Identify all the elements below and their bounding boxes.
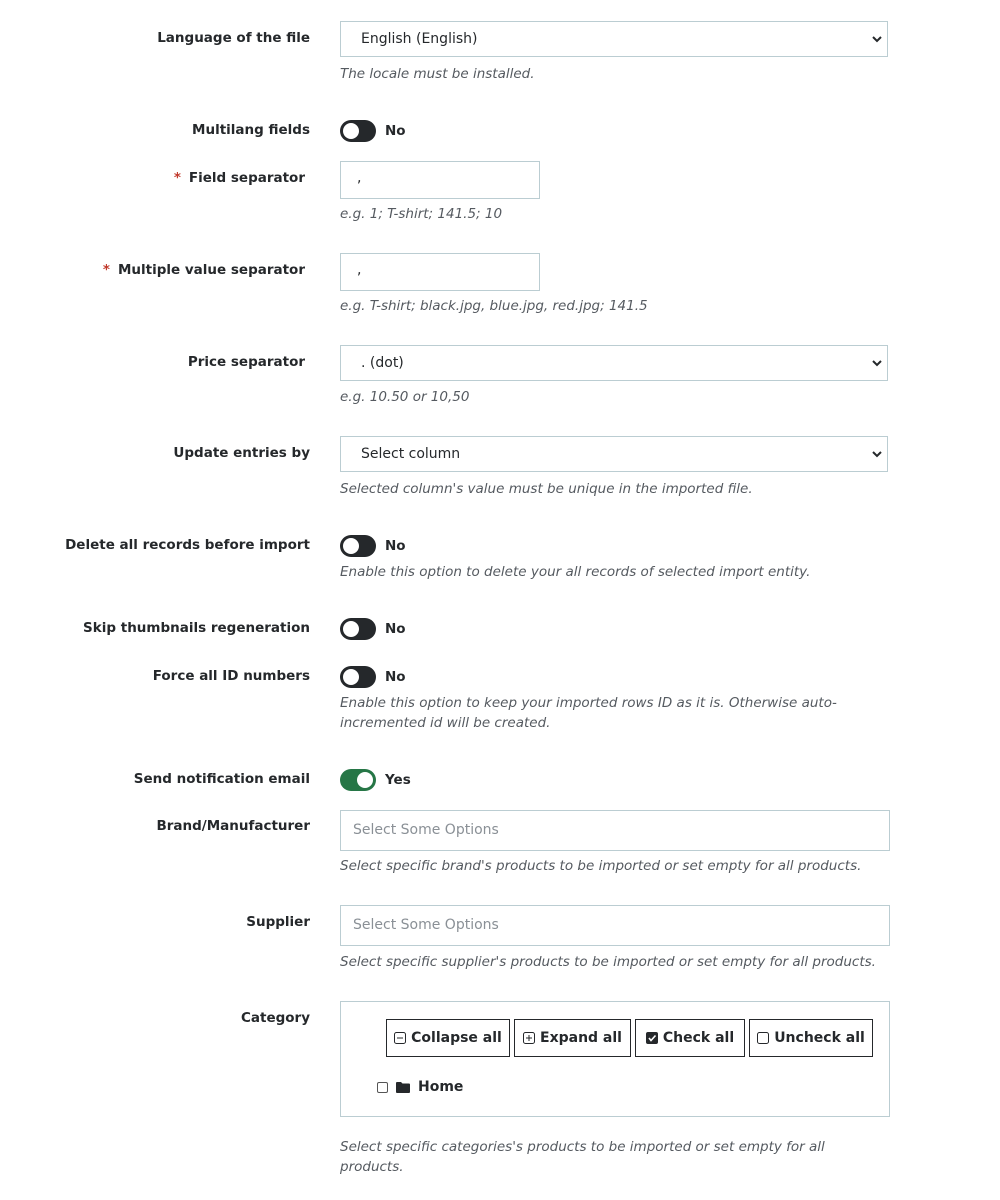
language-help: The locale must be installed. [340, 66, 535, 82]
chevron-down-icon [872, 451, 882, 458]
check-all-label: Check all [662, 1030, 735, 1046]
brand-help: Select specific brand's products to be i… [340, 858, 862, 874]
toggle-state: No [385, 538, 406, 554]
toggle-state: No [385, 123, 406, 139]
force-ids-label: Force all ID numbers [152, 668, 310, 684]
uncheck-all-button[interactable]: Uncheck all [749, 1019, 873, 1057]
toggle-knob [343, 669, 359, 685]
home-checkbox[interactable] [377, 1081, 388, 1093]
uncheck-all-label: Uncheck all [774, 1030, 865, 1046]
brand-placeholder: Select Some Options [353, 822, 499, 838]
required-mark: * [173, 170, 181, 186]
required-mark: * [102, 262, 110, 278]
toggle-track[interactable] [340, 769, 376, 791]
folder-icon [396, 1081, 410, 1093]
chevron-down-icon [872, 360, 882, 367]
update-entries-help: Selected column's value must be unique i… [340, 481, 753, 497]
multiple-value-separator-help: e.g. T-shirt; black.jpg, blue.jpg, red.j… [340, 298, 648, 314]
toggle-track[interactable] [340, 535, 376, 557]
language-select-value: English (English) [361, 31, 478, 47]
plus-square-icon [523, 1032, 535, 1044]
supplier-placeholder: Select Some Options [353, 917, 499, 933]
delete-records-help: Enable this option to delete your all re… [340, 564, 811, 580]
update-entries-select[interactable]: Select column [340, 436, 888, 472]
multilang-label: Multilang fields [192, 122, 310, 138]
skip-thumbnails-toggle[interactable]: No [340, 618, 406, 640]
category-tree-panel: Collapse all Expand all Check all Unchec… [340, 1001, 890, 1117]
multilang-toggle[interactable]: No [340, 120, 406, 142]
minus-square-icon [394, 1032, 407, 1044]
collapse-all-button[interactable]: Collapse all [386, 1019, 510, 1057]
update-entries-label: Update entries by [173, 445, 310, 461]
toggle-state: Yes [385, 772, 411, 788]
collapse-all-label: Collapse all [411, 1030, 502, 1046]
square-icon [757, 1032, 770, 1044]
toggle-track[interactable] [340, 618, 376, 640]
force-ids-toggle[interactable]: No [340, 666, 406, 688]
supplier-label: Supplier [246, 914, 310, 930]
check-square-icon [645, 1032, 658, 1044]
multiple-value-separator-input[interactable]: , [340, 253, 540, 291]
category-tree-item-home: Home [377, 1079, 463, 1095]
expand-all-label: Expand all [540, 1030, 622, 1046]
field-separator-help: e.g. 1; T-shirt; 141.5; 10 [340, 206, 503, 222]
toggle-knob [357, 772, 373, 788]
check-all-button[interactable]: Check all [635, 1019, 745, 1057]
delete-records-toggle[interactable]: No [340, 535, 406, 557]
update-entries-value: Select column [361, 446, 461, 462]
multiple-value-separator-label-text: Multiple value separator [117, 262, 305, 278]
send-email-label: Send notification email [133, 771, 310, 787]
chevron-down-icon [872, 36, 882, 43]
expand-all-button[interactable]: Expand all [514, 1019, 631, 1057]
toggle-state: No [385, 621, 406, 637]
price-separator-value: . (dot) [361, 355, 404, 371]
force-ids-help: Enable this option to keep your imported… [340, 695, 837, 731]
toggle-state: No [385, 669, 406, 685]
field-separator-value: , [357, 170, 362, 186]
language-select[interactable]: English (English) [340, 21, 888, 57]
field-separator-label-text: Field separator [188, 170, 305, 186]
brand-label: Brand/Manufacturer [156, 818, 310, 834]
brand-multiselect[interactable]: Select Some Options [340, 810, 890, 851]
toggle-track[interactable] [340, 666, 376, 688]
supplier-help: Select specific supplier's products to b… [340, 954, 876, 970]
field-separator-label: * Field separator [174, 170, 305, 186]
price-separator-select[interactable]: . (dot) [340, 345, 888, 381]
send-email-toggle[interactable]: Yes [340, 769, 411, 791]
toggle-knob [343, 123, 359, 139]
supplier-multiselect[interactable]: Select Some Options [340, 905, 890, 946]
multiple-value-separator-value: , [357, 262, 362, 278]
skip-thumbnails-label: Skip thumbnails regeneration [83, 620, 310, 636]
toggle-track[interactable] [340, 120, 376, 142]
toggle-knob [343, 538, 359, 554]
language-label: Language of the file [157, 30, 310, 46]
category-help: Select specific categories's products to… [340, 1139, 825, 1175]
toggle-knob [343, 621, 359, 637]
field-separator-input[interactable]: , [340, 161, 540, 199]
price-separator-help: e.g. 10.50 or 10,50 [340, 389, 470, 405]
multiple-value-separator-label: * Multiple value separator [103, 262, 305, 278]
delete-records-label: Delete all records before import [65, 537, 310, 553]
category-label: Category [240, 1010, 310, 1026]
price-separator-label: Price separator [187, 354, 305, 370]
category-tree-label: Home [418, 1079, 464, 1095]
